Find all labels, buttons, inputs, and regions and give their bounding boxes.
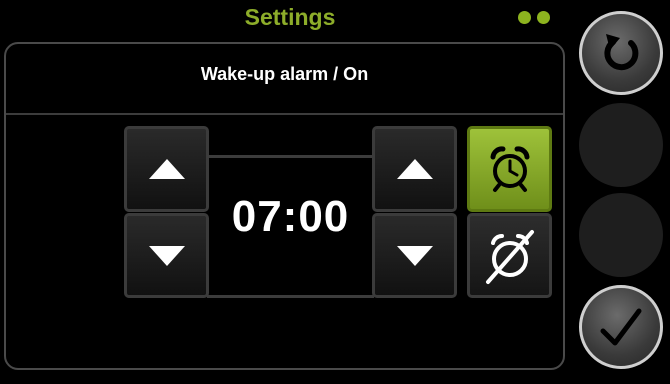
hour-down-button[interactable]: [124, 213, 209, 298]
alarm-on-button[interactable]: [467, 126, 552, 212]
side-button-empty: [579, 103, 663, 187]
page-title: Settings: [244, 4, 336, 30]
alarm-off-button[interactable]: [467, 213, 552, 298]
down-arrow-icon: [148, 245, 185, 266]
page-indicator: [518, 11, 550, 24]
checkmark-icon: [600, 308, 642, 346]
down-arrow-icon: [396, 245, 433, 266]
divider: [6, 113, 563, 115]
minute-up-button[interactable]: [372, 126, 457, 212]
hour-up-button[interactable]: [124, 126, 209, 212]
alarm-off-icon: [485, 229, 534, 284]
alarm-clock-icon: [490, 146, 529, 192]
time-display: 07:00: [207, 155, 374, 298]
confirm-button[interactable]: [579, 285, 663, 369]
page-dot: [537, 11, 550, 24]
up-arrow-icon: [396, 159, 433, 179]
alarm-status-label: Wake-up alarm / On: [200, 64, 369, 84]
minute-down-button[interactable]: [372, 213, 457, 298]
alarm-time: 07:00: [231, 192, 350, 241]
header: Settings: [0, 0, 560, 36]
side-button-empty: [579, 193, 663, 277]
up-arrow-icon: [148, 159, 185, 179]
back-button[interactable]: [579, 11, 663, 95]
page-dot: [518, 11, 531, 24]
back-icon: [604, 34, 639, 71]
